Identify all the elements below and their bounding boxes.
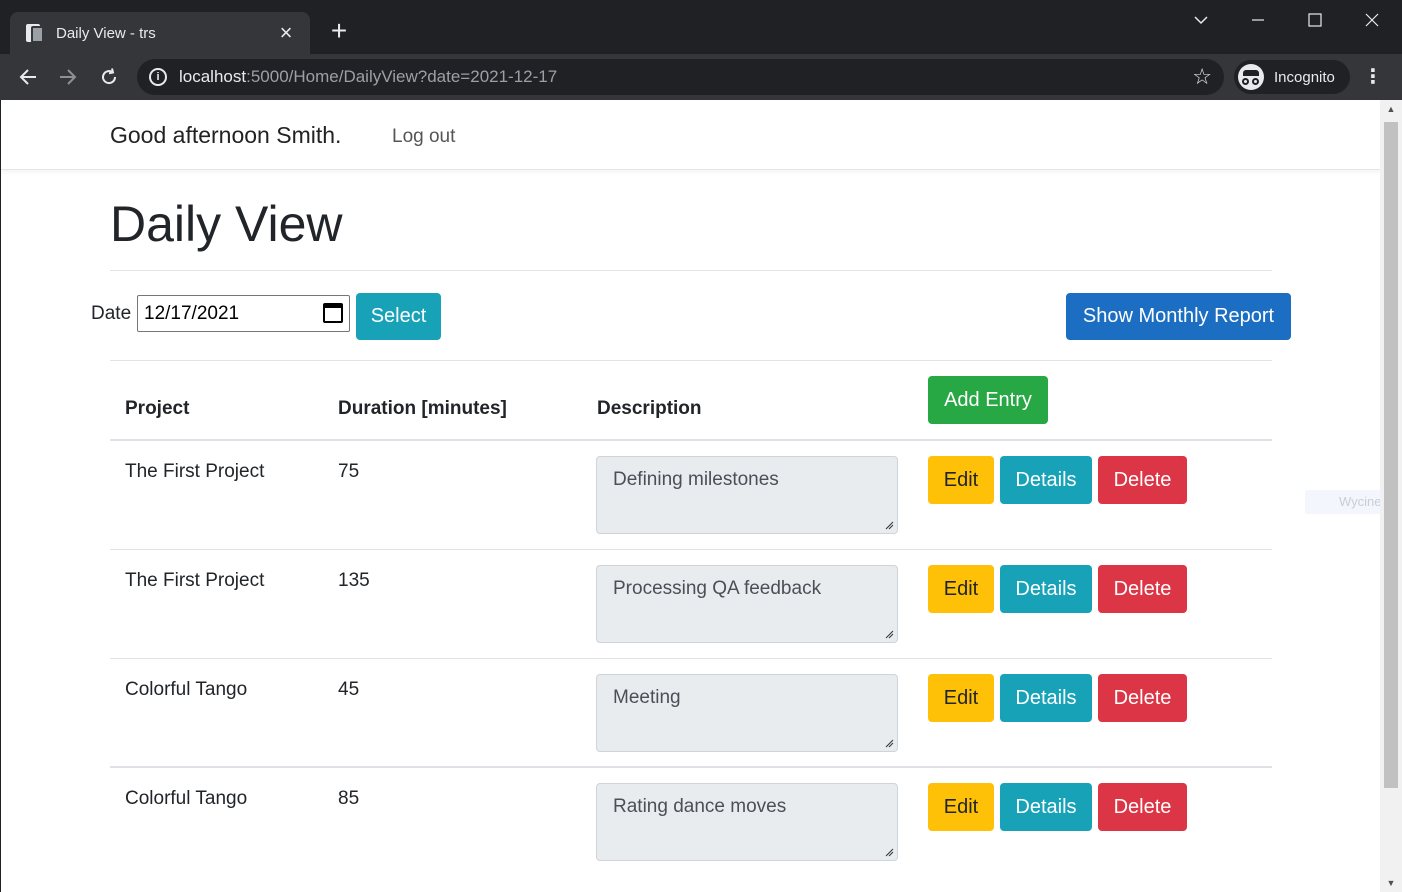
description-textarea: Defining milestones: [596, 456, 898, 534]
page-title: Daily View: [110, 196, 343, 252]
bookmark-star-icon[interactable]: ☆: [1192, 66, 1212, 88]
table-header-divider: [110, 439, 1272, 441]
site-navbar: Good afternoon Smith. Log out: [1, 100, 1380, 170]
tab-title: Daily View - trs: [56, 24, 156, 42]
logout-link[interactable]: Log out: [392, 126, 455, 148]
resize-grip-icon[interactable]: [885, 848, 894, 857]
scroll-up-arrow-icon[interactable]: ▲: [1380, 100, 1402, 118]
greeting-text: Good afternoon Smith.: [110, 122, 342, 148]
browser-tab[interactable]: Daily View - trs ×: [10, 12, 310, 54]
row-divider: [110, 658, 1272, 659]
vertical-scrollbar[interactable]: ▲ ▼: [1380, 100, 1402, 892]
details-button[interactable]: Details: [1000, 783, 1092, 831]
row-divider: [110, 766, 1272, 768]
edit-button[interactable]: Edit: [928, 456, 994, 504]
add-entry-button[interactable]: Add Entry: [928, 376, 1048, 424]
column-header-project: Project: [125, 398, 190, 419]
delete-button[interactable]: Delete: [1098, 456, 1187, 504]
description-textarea: Processing QA feedback: [596, 565, 898, 643]
new-tab-plus-icon[interactable]: +: [326, 17, 352, 45]
description-textarea: Meeting: [596, 674, 898, 752]
page-viewport: Good afternoon Smith. Log out Daily View…: [1, 100, 1380, 892]
delete-button[interactable]: Delete: [1098, 674, 1187, 722]
description-text: Defining milestones: [613, 469, 779, 490]
forward-arrow-icon[interactable]: [53, 62, 83, 92]
details-button[interactable]: Details: [1000, 456, 1092, 504]
divider: [110, 270, 1272, 271]
cell-project: Colorful Tango: [125, 679, 248, 700]
tab-close-icon[interactable]: ×: [274, 20, 298, 45]
description-text: Meeting: [613, 687, 681, 708]
cell-duration: 85: [338, 788, 360, 809]
edit-button[interactable]: Edit: [928, 565, 994, 613]
incognito-indicator[interactable]: Incognito: [1234, 60, 1350, 94]
edit-button[interactable]: Edit: [928, 783, 994, 831]
description-textarea: Rating dance moves: [596, 783, 898, 861]
scroll-down-arrow-icon[interactable]: ▼: [1380, 874, 1402, 892]
description-text: Processing QA feedback: [613, 578, 822, 599]
scrollbar-thumb[interactable]: [1384, 122, 1398, 788]
cell-duration: 45: [338, 679, 360, 700]
details-button[interactable]: Details: [1000, 674, 1092, 722]
url-path: :5000/Home/DailyView?date=2021-12-17: [246, 67, 558, 86]
minimize-icon[interactable]: [1246, 8, 1270, 32]
cell-project: Colorful Tango: [125, 788, 248, 809]
snipping-overlay-chip[interactable]: Wycinek: [1305, 490, 1380, 514]
cell-duration: 135: [338, 570, 370, 591]
resize-grip-icon[interactable]: [885, 630, 894, 639]
cell-project: The First Project: [125, 570, 265, 591]
maximize-icon[interactable]: [1303, 8, 1327, 32]
browser-tab-strip: Daily View - trs × +: [0, 0, 1402, 54]
column-header-description: Description: [597, 398, 702, 419]
tab-search-chevron-icon[interactable]: [1189, 8, 1213, 32]
details-button[interactable]: Details: [1000, 565, 1092, 613]
date-label: Date: [91, 303, 132, 324]
cell-project: The First Project: [125, 461, 265, 482]
delete-button[interactable]: Delete: [1098, 565, 1187, 613]
address-bar[interactable]: i localhost:5000/Home/DailyView?date=202…: [137, 59, 1224, 95]
calendar-icon[interactable]: [323, 303, 343, 323]
resize-grip-icon[interactable]: [885, 521, 894, 530]
edit-button[interactable]: Edit: [928, 674, 994, 722]
column-header-duration: Duration [minutes]: [338, 398, 507, 419]
date-value: 12/17/2021: [144, 302, 240, 324]
browser-toolbar: i localhost:5000/Home/DailyView?date=202…: [0, 54, 1402, 100]
divider: [110, 360, 1272, 361]
row-divider: [110, 549, 1272, 550]
page-favicon-icon: [24, 22, 46, 44]
date-input[interactable]: 12/17/2021: [137, 295, 350, 332]
cell-duration: 75: [338, 461, 360, 482]
back-arrow-icon[interactable]: [13, 62, 43, 92]
site-info-icon[interactable]: i: [149, 68, 167, 86]
incognito-label: Incognito: [1274, 68, 1335, 86]
delete-button[interactable]: Delete: [1098, 783, 1187, 831]
browser-menu-icon[interactable]: ⋮: [1362, 66, 1384, 88]
description-text: Rating dance moves: [613, 796, 787, 817]
incognito-icon: [1238, 64, 1264, 90]
select-button[interactable]: Select: [356, 293, 441, 340]
url-host: localhost: [179, 67, 247, 86]
show-monthly-report-button[interactable]: Show Monthly Report: [1066, 293, 1291, 340]
reload-icon[interactable]: [94, 62, 124, 92]
close-window-icon[interactable]: [1360, 8, 1384, 32]
resize-grip-icon[interactable]: [885, 739, 894, 748]
snipping-overlay-label: Wycinek: [1339, 494, 1380, 509]
